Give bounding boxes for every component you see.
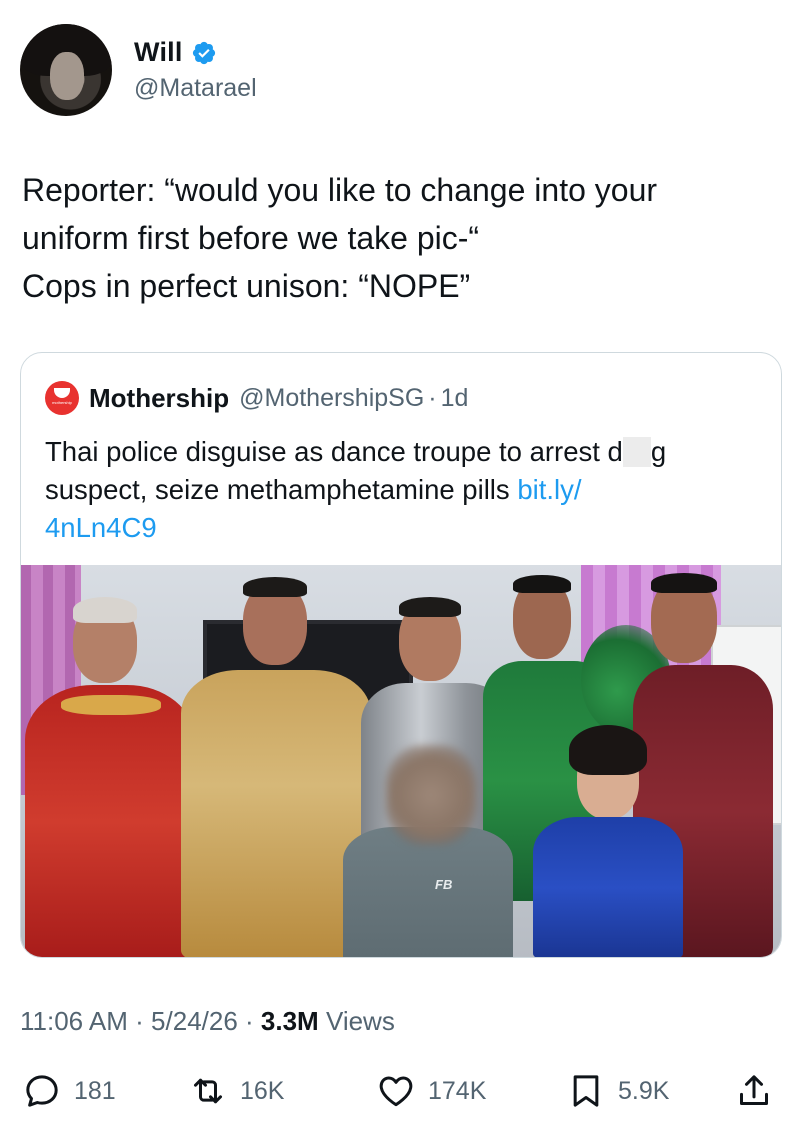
- meta-separator: ·: [237, 1006, 261, 1036]
- user-info: Will @Matarael: [134, 37, 257, 103]
- action-bar: 181 16K 174K 5.9K: [22, 1066, 782, 1116]
- tweet-time[interactable]: 11:06 AM: [20, 1006, 128, 1036]
- bookmark-icon: [573, 1075, 599, 1107]
- redaction-box: [622, 437, 651, 467]
- quote-line-text: suspect, seize methamphetamine pills: [45, 474, 518, 505]
- share-icon: [740, 1075, 768, 1105]
- reply-count: 181: [74, 1076, 116, 1105]
- quote-link[interactable]: 4nLn4C9: [45, 512, 157, 543]
- logo-smile: [54, 388, 70, 398]
- repost-count: 16K: [240, 1076, 285, 1105]
- name-row: Will: [134, 37, 257, 68]
- avatar[interactable]: [20, 24, 112, 116]
- repost-button[interactable]: 16K: [188, 1066, 284, 1116]
- reply-button[interactable]: 181: [22, 1066, 116, 1116]
- quote-line-text: g: [650, 436, 667, 467]
- quote-line: 4nLn4C9: [45, 509, 765, 547]
- tweet-line: uniform first before we take pic-“: [22, 220, 480, 256]
- like-button[interactable]: 174K: [376, 1066, 486, 1116]
- repost-icon: [194, 1078, 222, 1104]
- blurred-face: [386, 745, 476, 845]
- person-hair: [513, 575, 571, 593]
- quote-line-text: Thai police disguise as dance troupe to …: [45, 436, 623, 467]
- share-button[interactable]: [734, 1066, 774, 1116]
- quote-photo[interactable]: FB: [21, 565, 781, 957]
- person-hair: [243, 577, 307, 597]
- quote-age: 1d: [440, 383, 469, 412]
- quote-author-handle[interactable]: @MothershipSG: [239, 384, 424, 413]
- meta-separator: ·: [127, 1006, 152, 1036]
- views-label: Views: [318, 1006, 395, 1036]
- tweet-date[interactable]: 5/24/26: [151, 1006, 238, 1036]
- bookmark-button[interactable]: 5.9K: [566, 1066, 669, 1116]
- author-handle[interactable]: @Matarael: [134, 74, 257, 103]
- tweet-line: Cops in perfect unison: “NOPE”: [22, 268, 471, 304]
- verified-badge-icon: [192, 41, 215, 64]
- quote-author-name[interactable]: Mothership: [89, 383, 229, 414]
- quote-text: Thai police disguise as dance troupe to …: [45, 433, 765, 547]
- person-hair: [569, 725, 647, 775]
- seated-person-shirt: [343, 827, 513, 957]
- mothership-logo-icon: mothership: [45, 381, 79, 415]
- tweet-text: Reporter: “would you like to change into…: [22, 166, 782, 310]
- avatar-face: [50, 52, 84, 100]
- author-name[interactable]: Will: [134, 37, 183, 68]
- person-dress-red: [25, 685, 195, 957]
- quote-link[interactable]: bit.ly/: [517, 474, 581, 505]
- quote-line: suspect, seize methamphetamine pills bit…: [45, 471, 765, 509]
- like-icon: [379, 1076, 413, 1107]
- views-count: 3.3M: [260, 1006, 319, 1036]
- tweet-meta: 11:06 AM · 5/24/26 · 3.3M Views: [20, 1006, 395, 1037]
- quote-header: mothership Mothership @MothershipSG · 1d: [45, 381, 468, 415]
- person-hair: [399, 597, 461, 617]
- tweet-header: Will @Matarael: [20, 22, 257, 118]
- logo-text: mothership: [52, 400, 72, 405]
- quoted-tweet[interactable]: mothership Mothership @MothershipSG · 1d…: [20, 352, 782, 958]
- like-count: 174K: [428, 1076, 487, 1105]
- quote-dot: ·: [428, 383, 437, 412]
- person-hair: [651, 573, 717, 593]
- person-dress-gold-trim: [61, 695, 161, 715]
- bookmark-count: 5.9K: [618, 1076, 670, 1105]
- person-costume-blue: [533, 817, 683, 957]
- person-hair: [73, 597, 137, 623]
- quote-line: Thai police disguise as dance troupe to …: [45, 433, 765, 471]
- tweet-line: Reporter: “would you like to change into…: [22, 172, 658, 208]
- reply-icon: [26, 1075, 58, 1107]
- shirt-logo: FB: [435, 877, 453, 892]
